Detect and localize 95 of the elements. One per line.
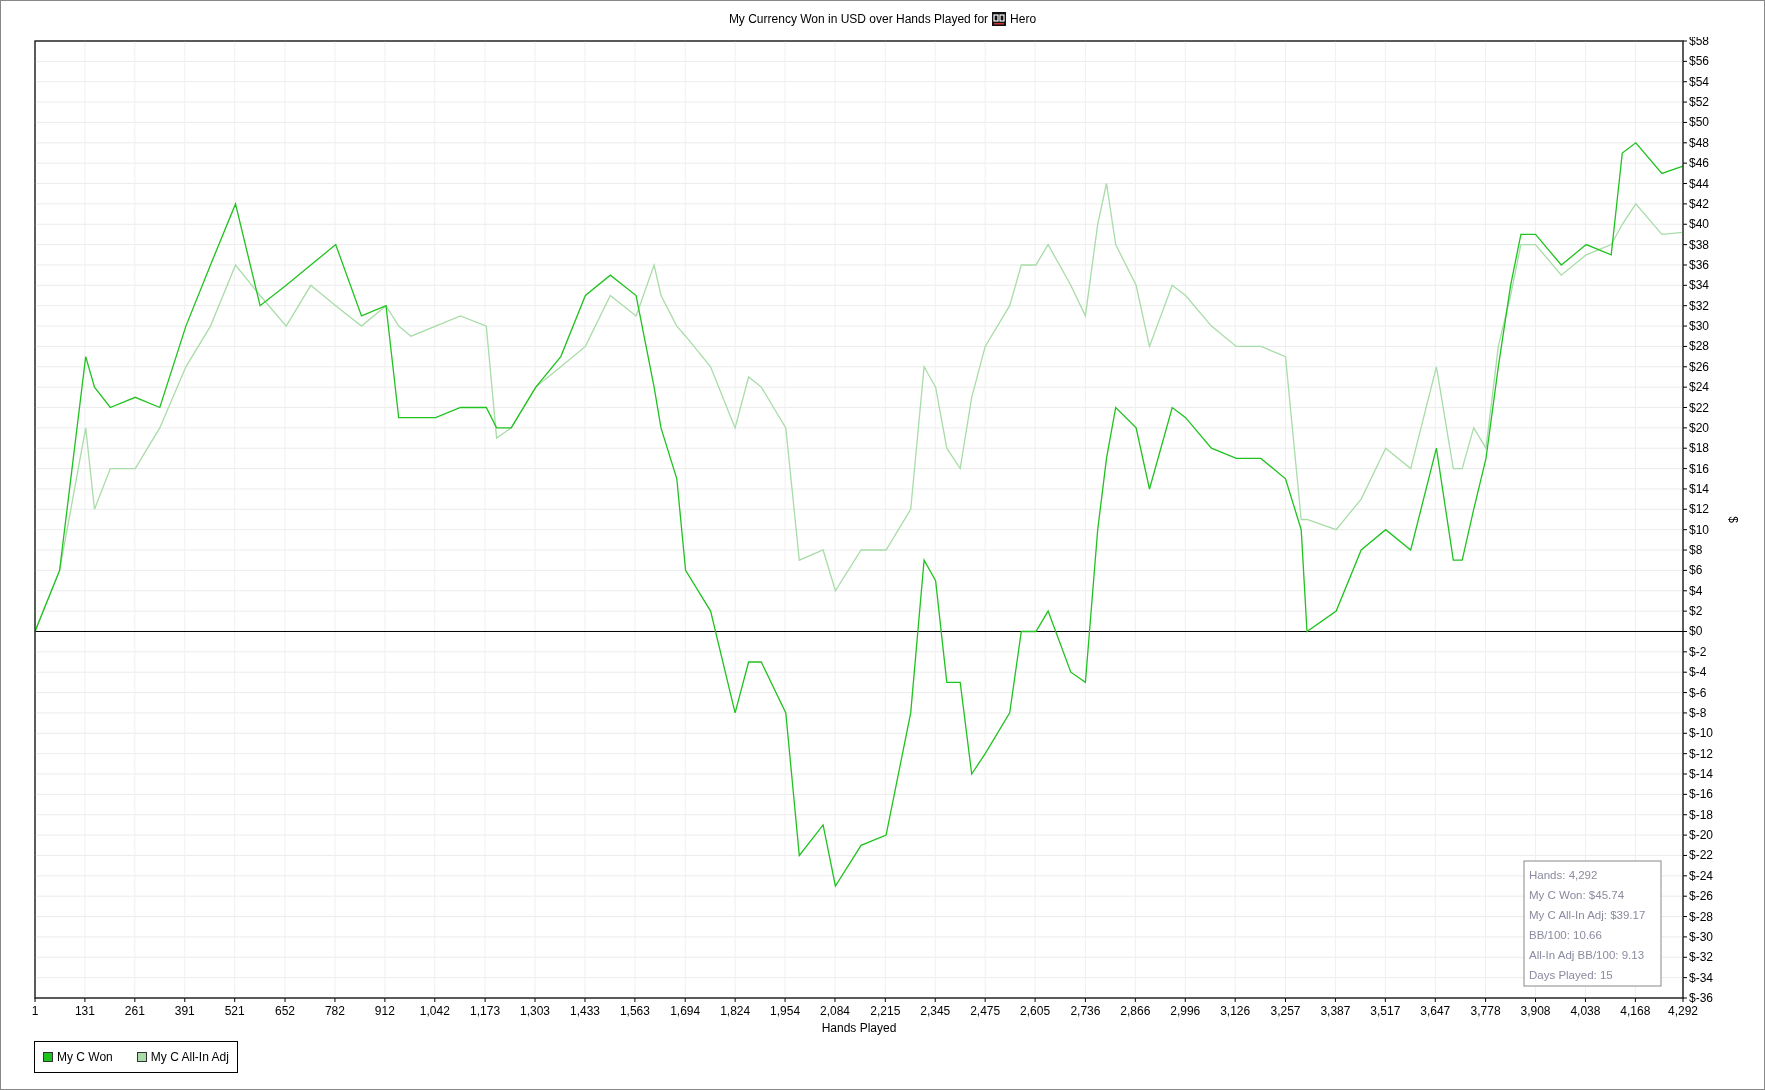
stats-text: Hands: 4,292 [1529, 869, 1598, 881]
x-tick-label: 2,475 [970, 1004, 1001, 1018]
x-axis-label: Hands Played [821, 1021, 897, 1035]
chart-title: My Currency Won in USD over Hands Played for [728, 11, 989, 28]
x-tick-label: 1,824 [720, 1004, 751, 1018]
x-tick-label: 1,954 [770, 1004, 801, 1018]
x-tick-label: 2,605 [1020, 1004, 1051, 1018]
x-tick-label: 652 [275, 1004, 296, 1018]
y-tick-label: $10 [1689, 522, 1710, 537]
y-tick-label: $4 [1689, 583, 1703, 598]
x-tick-label: 2,996 [1170, 1004, 1201, 1018]
y-tick-label: $50 [1689, 115, 1710, 130]
x-tick-label: 4,168 [1620, 1004, 1651, 1018]
y-tick-label: $28 [1689, 339, 1710, 354]
legend-label: My C All-In Adj [150, 1049, 229, 1066]
y-tick-label: $34 [1689, 278, 1710, 293]
y-tick-label: $6 [1689, 563, 1703, 578]
y-tick-label: $38 [1689, 237, 1710, 252]
x-tick-label: 3,647 [1420, 1004, 1451, 1018]
y-tick-label: $22 [1689, 400, 1710, 415]
x-tick-label: 2,866 [1120, 1004, 1151, 1018]
y-tick-label: $-34 [1689, 970, 1714, 985]
x-tick-label: 1,042 [419, 1004, 450, 1018]
y-tick-label: $-10 [1689, 726, 1714, 741]
y-tick-label: $-12 [1689, 746, 1714, 761]
y-tick-label: $-36 [1689, 991, 1714, 1005]
x-tick-label: 3,126 [1220, 1004, 1251, 1018]
x-tick-label: 2,084 [820, 1004, 850, 1018]
x-tick-label: 782 [324, 1004, 345, 1018]
y-tick-label: $-18 [1689, 807, 1714, 822]
y-tick-label: $-30 [1689, 929, 1714, 944]
x-tick-label: 2,215 [870, 1004, 901, 1018]
legend-label: My C Won [57, 1049, 113, 1066]
y-tick-label: $16 [1689, 461, 1710, 476]
x-tick-label: 1,563 [619, 1004, 650, 1018]
x-tick-label: 1,694 [670, 1004, 701, 1018]
x-tick-label: 2,736 [1070, 1004, 1101, 1018]
y-tick-label: $-20 [1689, 828, 1714, 843]
x-tick-label: 131 [74, 1004, 95, 1018]
y-tick-label: $0 [1689, 624, 1703, 639]
x-tick-label: 521 [224, 1004, 245, 1018]
x-tick-label: 261 [124, 1004, 145, 1018]
x-tick-label: 1,173 [470, 1004, 501, 1018]
y-tick-label: $48 [1689, 135, 1710, 150]
y-tick-label: $42 [1689, 196, 1710, 211]
y-tick-label: $-6 [1689, 685, 1707, 700]
x-tick-label: 391 [174, 1004, 195, 1018]
y-tick-label: $46 [1689, 156, 1710, 171]
x-tick-label: 3,257 [1270, 1004, 1301, 1018]
stats-text: My C All-In Adj: $39.17 [1529, 909, 1646, 921]
y-tick-label: $-4 [1689, 665, 1707, 680]
x-tick-label: 2,345 [920, 1004, 951, 1018]
y-tick-label: $26 [1689, 359, 1710, 374]
y-tick-label: $8 [1689, 543, 1703, 558]
y-tick-label: $20 [1689, 420, 1710, 435]
y-tick-label: $-14 [1689, 767, 1714, 781]
y-tick-label: $44 [1689, 176, 1710, 191]
x-tick-label: 3,517 [1370, 1004, 1401, 1018]
x-tick-label: 3,387 [1320, 1004, 1351, 1018]
stats-text: My C Won: $45.74 [1529, 889, 1625, 901]
stats-text: BB/100: 10.66 [1529, 929, 1602, 941]
y-tick-label: $52 [1689, 95, 1710, 110]
y-tick-label: $-32 [1689, 950, 1714, 965]
y-tick-label: $54 [1689, 74, 1710, 89]
x-tick-label: 4,038 [1570, 1004, 1601, 1018]
y-tick-label: $14 [1689, 481, 1710, 496]
y-tick-label: $-16 [1689, 787, 1714, 802]
x-tick-label: 4,292 [1668, 1004, 1698, 1018]
x-tick-label: 1,433 [569, 1004, 600, 1018]
y-tick-label: $-28 [1689, 909, 1714, 924]
y-tick-label: $24 [1689, 380, 1710, 395]
y-tick-label: $18 [1689, 441, 1710, 456]
y-tick-label: $-8 [1689, 705, 1707, 720]
y-tick-label: $56 [1689, 54, 1710, 69]
y-tick-label: $40 [1689, 217, 1710, 232]
y-tick-label: $12 [1689, 502, 1710, 517]
y-tick-label: $30 [1689, 319, 1710, 334]
logo-icon [992, 12, 1007, 26]
y-tick-label: $2 [1689, 604, 1703, 619]
y-tick-label: $36 [1689, 258, 1710, 272]
y-axis-label: $ [1726, 516, 1740, 523]
y-tick-label: $58 [1689, 37, 1710, 48]
y-tick-label: $-2 [1689, 644, 1707, 659]
y-tick-label: $-24 [1689, 868, 1714, 883]
stats-text: Days Played: 15 [1529, 969, 1613, 981]
y-tick-label: $-26 [1689, 889, 1714, 904]
y-tick-label: $-22 [1689, 848, 1714, 863]
player-name: Hero [1010, 11, 1037, 28]
x-tick-label: 1,303 [520, 1004, 551, 1018]
x-tick-label: 1 [31, 1004, 39, 1018]
x-tick-label: 3,908 [1520, 1004, 1551, 1018]
stats-text: All-In Adj BB/100: 9.13 [1529, 949, 1645, 961]
y-tick-label: $32 [1689, 298, 1710, 313]
x-tick-label: 3,778 [1470, 1004, 1501, 1018]
x-tick-label: 912 [374, 1004, 395, 1018]
